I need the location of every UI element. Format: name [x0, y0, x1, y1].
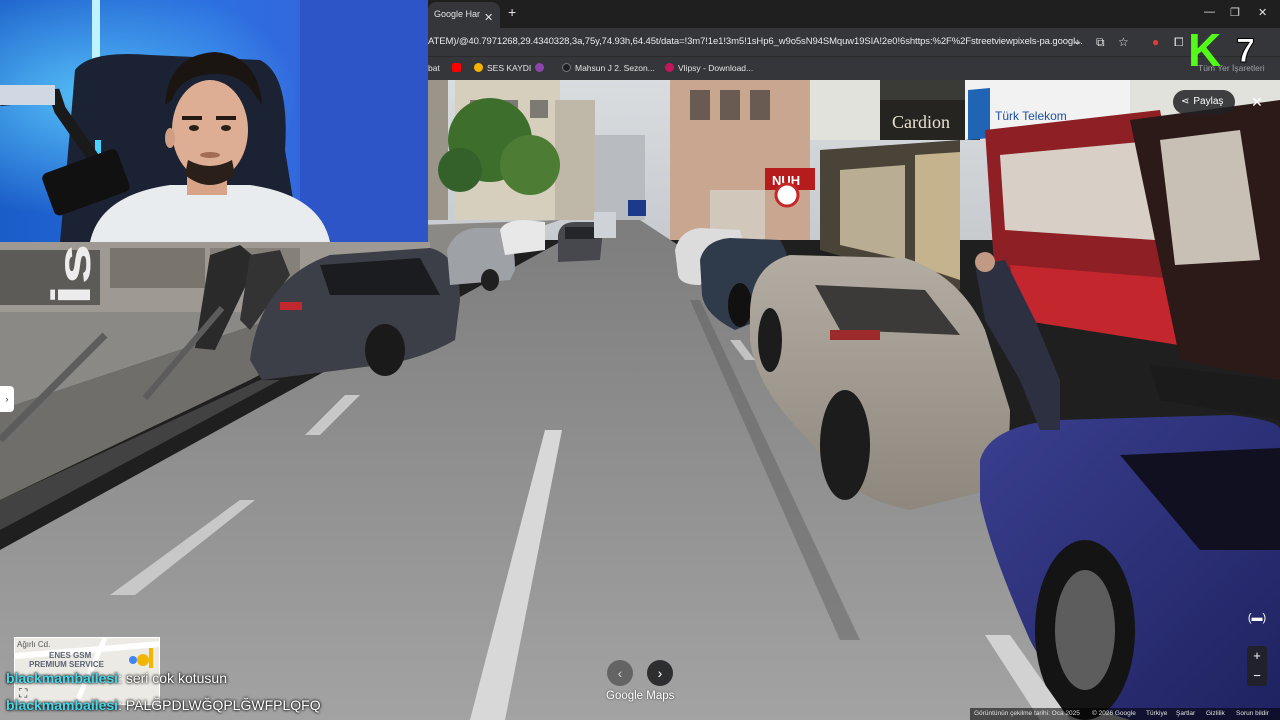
chat-username: blackmambailesi — [6, 697, 119, 713]
cardion-sign-text: Cardion — [892, 112, 950, 132]
chat-message: blackmambailesi: PALĞPDLWĞQPLĞWFPLQFQ — [6, 697, 321, 713]
bookmark-youtube[interactable] — [452, 63, 465, 73]
kick-logo-letter: K — [1188, 28, 1221, 70]
twitch-icon — [535, 63, 544, 72]
maximize-button[interactable]: ❐ — [1230, 6, 1240, 19]
bookmark-mahsun[interactable]: Mahsun J 2. Sezon... — [562, 63, 655, 73]
chevron-right-icon: › — [5, 394, 9, 404]
terms-link[interactable]: Şartlar — [1176, 710, 1195, 717]
google-maps-watermark: Google Maps — [606, 690, 675, 702]
bookmark-icon — [562, 63, 571, 72]
youtube-icon — [452, 63, 461, 72]
address-bar[interactable]: ATEM)/@40.7971268,29.4340328,3a,75y,74.9… — [428, 28, 1280, 56]
screen-root: Cardion Türk Telekom NUH Google Har ✕ + … — [0, 0, 1280, 720]
parked-car-left-white — [500, 220, 545, 255]
turk-telekom-sign-text: Türk Telekom — [995, 109, 1067, 123]
share-icon: ⋖ — [1181, 96, 1190, 107]
streamer-webcam — [0, 0, 428, 242]
zoom-controls: + − — [1247, 646, 1267, 686]
browser-tab-bar: Google Har ✕ + — ❐ ✕ — [428, 0, 1280, 28]
chat-text: : PALĞPDLWĞQPLĞWFPLQFQ — [118, 697, 321, 713]
browser-tab-google-maps[interactable]: Google Har ✕ — [428, 2, 500, 28]
next-step-button[interactable]: › — [647, 660, 673, 686]
kick-logo: K 7 — [1188, 28, 1255, 70]
privacy-link[interactable]: Gizlilik — [1206, 710, 1225, 717]
extensions-puzzle-icon[interactable]: ⧠ — [1174, 35, 1184, 50]
close-street-view-button[interactable]: ✕ — [1247, 91, 1267, 113]
minimap-place-name: ENES GSM — [49, 651, 92, 660]
chat-username: blackmambailesi — [6, 670, 119, 686]
country-link[interactable]: Türkiye — [1146, 710, 1167, 717]
new-tab-button[interactable]: + — [508, 4, 516, 20]
bookmarks-bar: bat SES KAYDI Mahsun J 2. Sezon... Vlips… — [428, 56, 1280, 80]
compass-icon[interactable]: (▬) — [1244, 612, 1270, 634]
chevron-left-icon: ‹ — [617, 665, 623, 681]
webcam-image — [0, 0, 428, 242]
maps-footer: Görüntünün çekilme tarihi: Oca 2025 © 20… — [970, 708, 1280, 720]
chat-message: blackmambailesi: seri cok kotusun — [6, 670, 227, 686]
tab-close-icon[interactable]: ✕ — [484, 6, 493, 28]
minimize-button[interactable]: — — [1204, 6, 1215, 18]
bookmark-icon — [474, 63, 483, 72]
viewer-count-number: 7 — [1236, 32, 1255, 70]
report-problem-link[interactable]: Sorun bildir — [1236, 710, 1269, 717]
url-text[interactable]: ATEM)/@40.7971268,29.4340328,3a,75y,74.9… — [428, 36, 1083, 47]
zoom-in-button[interactable]: + — [1247, 646, 1267, 666]
previous-step-button[interactable]: ‹ — [607, 660, 633, 686]
chat-text: : seri cok kotusun — [118, 670, 227, 686]
bookmark-item[interactable]: bat — [428, 63, 440, 73]
chevron-right-icon: › — [657, 665, 663, 681]
capture-date: Görüntünün çekilme tarihi: Oca 2025 — [974, 710, 1080, 717]
install-app-icon[interactable]: ⧉ — [1096, 35, 1105, 50]
bookmark-twitch[interactable] — [535, 63, 548, 73]
zoom-out-button[interactable]: − — [1247, 666, 1267, 686]
tab-title: Google Har — [434, 9, 481, 19]
extension-red-icon[interactable]: ● — [1152, 35, 1159, 49]
bookmark-star-icon[interactable]: ☆ — [1118, 35, 1129, 49]
copyright: © 2026 Google — [1092, 710, 1136, 717]
bookmark-ses-kaydi[interactable]: SES KAYDI — [474, 63, 531, 73]
close-window-button[interactable]: ✕ — [1258, 6, 1267, 19]
minimap-street-label: Ağırlı Cd. — [17, 640, 51, 649]
share-button[interactable]: ⋖ Paylaş — [1173, 90, 1235, 114]
bookmark-vlipsy[interactable]: Vlipsy - Download... — [665, 63, 753, 73]
minimap-place-subtitle: PREMIUM SERVICE — [29, 660, 104, 669]
bookmark-icon — [665, 63, 674, 72]
location-pin-icon[interactable]: ⌖ — [1074, 35, 1081, 50]
expand-side-panel-button[interactable]: › — [0, 386, 14, 412]
